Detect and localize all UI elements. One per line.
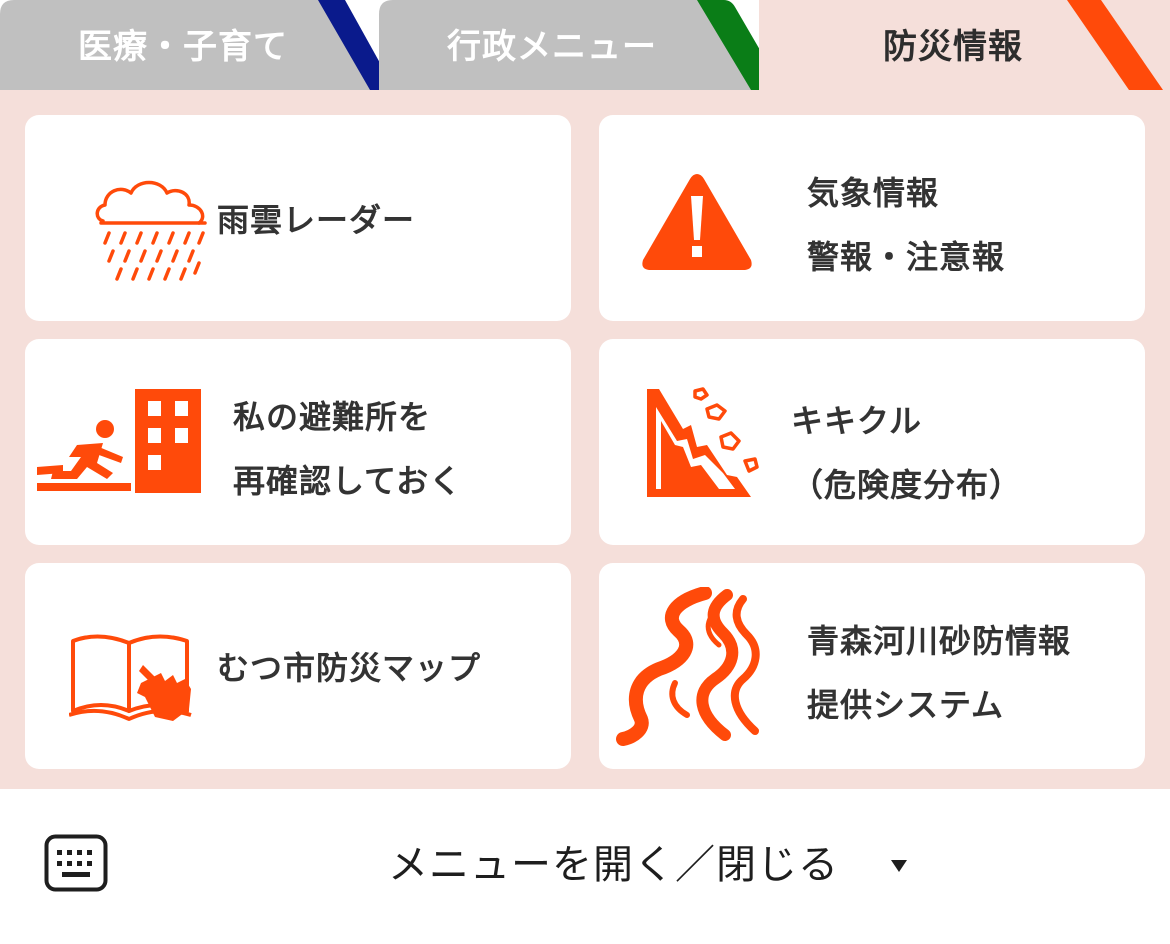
kikikuru-button[interactable]: キキクル （危険度分布）	[599, 339, 1145, 545]
keyboard-icon	[44, 834, 108, 892]
kikikuru-label: キキクル （危険度分布）	[791, 389, 1022, 517]
hazard-map-button[interactable]: むつ市防災マップ	[25, 563, 571, 769]
weather-warnings-label: 気象情報 警報・注意報	[807, 161, 1005, 289]
tab-administration-menu[interactable]: 行政メニュー	[379, 0, 760, 90]
tab-medical-childcare-label: 医療・子育て	[78, 27, 288, 67]
tab-administration-menu-label: 行政メニュー	[447, 27, 657, 67]
hazard-map-label-line: むつ市防災マップ	[217, 649, 482, 687]
rain-radar-label: 雨雲レーダー	[217, 188, 415, 252]
river-icon	[616, 587, 760, 746]
evacuation-icon	[37, 389, 201, 493]
evacuation-shelter-label: 私の避難所を 再確認しておく	[233, 385, 462, 513]
tab-disaster-info-label: 防災情報	[883, 27, 1023, 67]
evacuation-shelter-label-line-2: 再確認しておく	[233, 462, 463, 500]
kikikuru-label-line-1: キキクル	[791, 402, 923, 440]
caret-down-icon	[891, 860, 907, 872]
river-sabo-info-label-line-2: 提供システム	[807, 686, 1005, 724]
river-sabo-info-button[interactable]: 青森河川砂防情報 提供システム	[599, 563, 1145, 769]
tab-medical-childcare[interactable]: 医療・子育て	[0, 0, 380, 90]
weather-warnings-button[interactable]: 気象情報 警報・注意報	[599, 115, 1145, 321]
evacuation-shelter-label-line-1: 私の避難所を	[233, 398, 432, 436]
weather-warnings-label-line-1: 気象情報	[807, 174, 940, 212]
tab-disaster-info[interactable]: 防災情報	[759, 0, 1170, 90]
kikikuru-label-line-2: （危険度分布）	[791, 466, 1023, 504]
landslide-icon	[647, 387, 759, 497]
river-sabo-info-label: 青森河川砂防情報 提供システム	[807, 609, 1071, 737]
rain-radar-label-line: 雨雲レーダー	[217, 201, 416, 239]
rain-radar-button[interactable]: 雨雲レーダー	[25, 115, 571, 321]
river-sabo-info-label-line-1: 青森河川砂防情報	[807, 622, 1072, 660]
menu-toggle-label: メニューを開く／閉じる	[388, 842, 839, 888]
menu-grid: 雨雲レーダー 気象情報 警報・注意報 私の避難所を 再確認しておく キキクル （…	[0, 90, 1170, 789]
warning-triangle-icon	[642, 174, 752, 270]
weather-warnings-label-line-2: 警報・注意報	[807, 238, 1006, 276]
tab-bar: 医療・子育て 行政メニュー 防災情報	[0, 0, 1170, 90]
map-book-icon	[69, 634, 192, 721]
hazard-map-label: むつ市防災マップ	[217, 636, 481, 700]
evacuation-shelter-button[interactable]: 私の避難所を 再確認しておく	[25, 339, 571, 545]
menu-toggle-bar[interactable]: メニューを開く／閉じる	[0, 789, 1170, 944]
rain-cloud-icon	[95, 180, 207, 281]
